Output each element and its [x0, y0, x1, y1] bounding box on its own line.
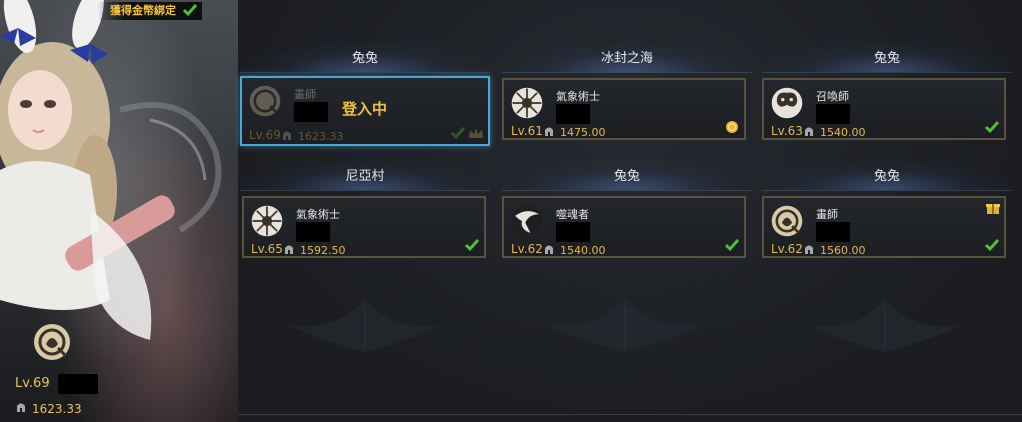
gear-score: 1475.00 [545, 126, 606, 139]
character-name-redacted [296, 222, 330, 242]
helmet-icon [545, 245, 553, 254]
character-slot-5[interactable]: 噬魂者 Lv.62 1540.00 [502, 196, 746, 258]
character-level: Lv.63 [771, 124, 803, 138]
checkmark-icon [724, 239, 740, 252]
character-slot-2[interactable]: 氣象術士 Lv.61 1475.00 [502, 78, 746, 140]
class-name: 氣象術士 [556, 90, 600, 103]
character-name-redacted [294, 102, 328, 122]
gear-score: 1540.00 [545, 244, 606, 257]
class-name: 畫師 [294, 88, 316, 101]
preview-power-value: 1623.33 [32, 402, 82, 416]
character-level: Lv.62 [771, 242, 803, 256]
checkmark-icon [464, 239, 480, 252]
preview-level: Lv.69 [15, 376, 50, 391]
gold-coin-icon [726, 121, 738, 133]
crown-icon [469, 128, 483, 138]
gear-score-value: 1592.50 [300, 244, 346, 257]
class-name: 噬魂者 [556, 208, 589, 221]
character-level: Lv.61 [511, 124, 543, 138]
artist-class-icon [34, 324, 70, 360]
character-slot-4[interactable]: 氣象術士 Lv.65 1592.50 [242, 196, 486, 258]
character-name-redacted [816, 104, 850, 124]
helmet-icon [285, 245, 293, 254]
checkmark-icon [984, 121, 1000, 134]
empty-slot-emblem[interactable] [530, 290, 720, 360]
character-slot-3[interactable]: 召喚師 Lv.63 1540.00 [762, 78, 1006, 140]
character-level: Lv.62 [511, 242, 543, 256]
summoner-class-icon [771, 87, 803, 119]
gift-icon[interactable] [986, 201, 1000, 215]
helmet-icon [805, 245, 813, 254]
souleater-class-icon [511, 205, 543, 237]
artist-class-icon [771, 205, 803, 237]
empty-slot-emblem[interactable] [790, 290, 980, 360]
character-name-redacted [556, 104, 590, 124]
class-name: 氣象術士 [296, 208, 340, 221]
character-preview-panel: 獲得金幣綁定 Lv.69 1623.33 [0, 0, 238, 422]
character-level: Lv.69 [249, 128, 281, 142]
character-level: Lv.65 [251, 242, 283, 256]
gear-score-value: 1475.00 [560, 126, 606, 139]
server-label: 冰封之海 [502, 42, 752, 73]
checkmark-icon [984, 239, 1000, 252]
gear-score-value: 1540.00 [820, 126, 866, 139]
gear-score-value: 1560.00 [820, 244, 866, 257]
helmet-icon [545, 127, 553, 136]
divider [238, 414, 1022, 415]
server-label: 兔兔 [502, 160, 752, 191]
character-slot-6[interactable]: 畫師 Lv.62 1560.00 [762, 196, 1006, 258]
helmet-icon [805, 127, 813, 136]
server-label: 兔兔 [240, 42, 490, 73]
empty-slot-emblem[interactable] [270, 290, 460, 360]
bind-notice-text: 獲得金幣綁定 [110, 4, 176, 17]
gear-score: 1623.33 [283, 130, 344, 143]
preview-gear-score: 1623.33 [16, 402, 82, 416]
aeromancer-class-icon [511, 87, 543, 119]
checkmark-icon [182, 4, 198, 17]
aeromancer-class-icon [251, 205, 283, 237]
character-slot-grid: 兔兔 冰封之海 兔兔 畫師 登入中 Lv.69 1623.33 氣象術士 Lv.… [238, 0, 1022, 422]
helmet-icon [17, 403, 25, 412]
helmet-icon [283, 131, 291, 140]
server-label: 尼亞村 [240, 160, 490, 191]
class-name: 畫師 [816, 208, 838, 221]
gear-score-value: 1623.33 [298, 130, 344, 143]
gold-bind-notice: 獲得金幣綁定 [98, 2, 202, 20]
gear-score: 1540.00 [805, 126, 866, 139]
gear-score-value: 1540.00 [560, 244, 606, 257]
logging-in-status: 登入中 [342, 100, 388, 118]
character-name-redacted [816, 222, 850, 242]
class-name: 召喚師 [816, 90, 849, 103]
server-label: 兔兔 [762, 160, 1012, 191]
server-label: 兔兔 [762, 42, 1012, 73]
checkmark-icon [450, 127, 466, 140]
preview-name-redacted [58, 374, 98, 394]
gear-score: 1560.00 [805, 244, 866, 257]
character-name-redacted [556, 222, 590, 242]
gear-score: 1592.50 [285, 244, 346, 257]
artist-class-icon [249, 85, 281, 117]
character-slot-1[interactable]: 畫師 登入中 Lv.69 1623.33 [240, 76, 490, 146]
